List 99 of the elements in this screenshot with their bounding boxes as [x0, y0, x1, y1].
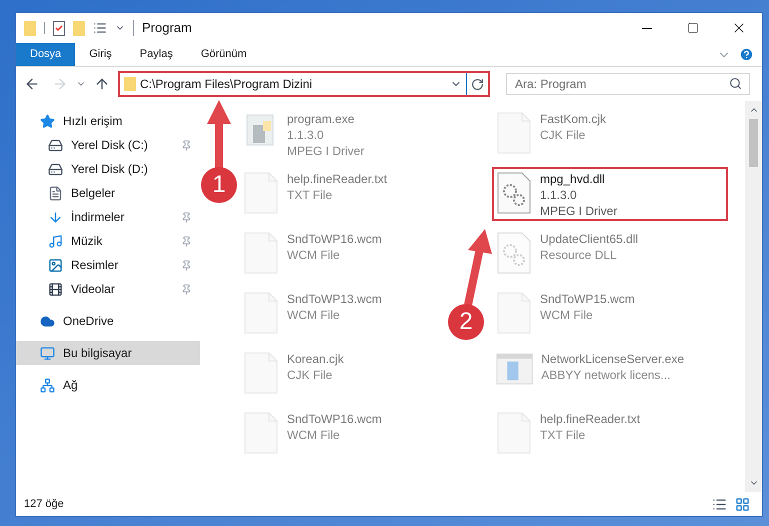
- file-name: program.exe: [287, 111, 356, 127]
- refresh-icon[interactable]: [471, 78, 484, 90]
- file-detail: WCM File: [287, 307, 341, 323]
- blank-file-icon: [496, 291, 532, 335]
- sidebar-item[interactable]: OneDrive: [16, 309, 200, 333]
- file-detail: WCM File: [287, 247, 341, 263]
- sidebar-item[interactable]: Yerel Disk (D:): [16, 157, 200, 181]
- file-item[interactable]: NetworkLicenseServer.exe ABBYY network licens...: [492, 347, 688, 401]
- file-name: SndToWP16.wcm: [287, 231, 382, 247]
- pin-icon: [181, 236, 192, 246]
- up-icon[interactable]: [94, 76, 110, 92]
- pin-icon: [181, 212, 192, 222]
- file-name: SndToWP16.wcm: [287, 411, 382, 427]
- window-title: Program: [142, 19, 192, 38]
- file-item[interactable]: program.exe 1.1.3.0 MPEG I Driver: [239, 107, 435, 161]
- file-detail: 1.1.3.0: [287, 127, 325, 143]
- file-detail: 1.1.3.0: [540, 187, 578, 203]
- sidebar-item[interactable]: Resimler: [16, 253, 200, 277]
- sidebar-item[interactable]: Belgeler: [16, 181, 200, 205]
- ribbon-tab[interactable]: Paylaş: [126, 43, 187, 66]
- network-icon: [40, 378, 55, 392]
- file-name: Korean.cjk: [287, 351, 344, 367]
- file-item[interactable]: help.fineReader.txt TXT File: [239, 167, 435, 221]
- computer-icon: [40, 346, 55, 360]
- drive-icon: [48, 162, 63, 176]
- file-name: SndToWP13.wcm: [287, 291, 382, 307]
- blank-file-icon: [496, 411, 532, 455]
- back-icon[interactable]: [24, 76, 40, 92]
- ribbon-tab[interactable]: Görünüm: [186, 43, 261, 66]
- blank-file-icon: [243, 171, 279, 215]
- view-icon[interactable]: [93, 21, 107, 35]
- sidebar-item[interactable]: Yerel Disk (C:): [16, 133, 200, 157]
- gears-file-icon: [496, 231, 532, 275]
- file-detail: WCM File: [287, 427, 341, 443]
- details-view-icon[interactable]: [712, 496, 727, 512]
- gears-file-icon: [496, 171, 532, 215]
- file-name: help.fineReader.txt: [540, 411, 640, 427]
- sidebar-item[interactable]: Hızlı erişim: [16, 109, 200, 133]
- pin-icon: [181, 260, 192, 270]
- help-icon[interactable]: [739, 47, 754, 62]
- file-detail: WCM File: [540, 307, 594, 323]
- file-detail: ABBYY network licens...: [541, 367, 672, 383]
- drive-c-icon: [48, 138, 63, 152]
- file-item[interactable]: SndToWP16.wcm WCM File: [239, 227, 435, 281]
- file-item[interactable]: UpdateClient65.dll Resource DLL: [492, 227, 688, 281]
- search-icon: [729, 77, 742, 90]
- sidebar-item[interactable]: Bu bilgisayar: [16, 341, 200, 365]
- file-detail: TXT File: [287, 187, 334, 203]
- sidebar-item[interactable]: Ağ: [16, 373, 200, 397]
- ribbon-tab[interactable]: Dosya: [16, 43, 76, 66]
- scrollbar[interactable]: [745, 101, 762, 492]
- docs-icon: [48, 186, 63, 200]
- file-detail: Resource DLL: [540, 247, 618, 263]
- blank-file-icon: [243, 231, 279, 275]
- file-item[interactable]: SndToWP13.wcm WCM File: [239, 287, 435, 341]
- pin-icon: [181, 284, 192, 294]
- star-icon: [40, 114, 55, 128]
- pin-icon: [181, 140, 192, 150]
- videos-icon: [48, 282, 63, 296]
- file-item[interactable]: Korean.cjk CJK File: [239, 347, 435, 401]
- blank-file-icon: [243, 351, 279, 395]
- sidebar-item[interactable]: Müzik: [16, 229, 200, 253]
- properties-icon[interactable]: [53, 20, 65, 36]
- ribbon-tab[interactable]: Giriş: [75, 43, 126, 66]
- blank-file-icon: [496, 111, 532, 155]
- file-detail: TXT File: [540, 427, 586, 443]
- maximize-icon: [687, 22, 699, 34]
- cloud-icon: [40, 314, 55, 328]
- window-icon: [496, 351, 534, 387]
- address-path: C:\Program Files\Program Dizini: [140, 76, 314, 93]
- file-item[interactable]: mpg_hvd.dll 1.1.3.0 MPEG I Driver: [492, 167, 728, 221]
- folder-icon: [124, 77, 136, 91]
- blank-file-icon: [243, 291, 279, 335]
- file-name: SndToWP15.wcm: [540, 291, 635, 307]
- file-name: NetworkLicenseServer.exe: [541, 351, 684, 367]
- file-item[interactable]: SndToWP16.wcm WCM File: [239, 407, 435, 461]
- item-count: 127 öğe: [24, 496, 64, 512]
- file-name: help.fineReader.txt: [287, 171, 388, 187]
- search-field[interactable]: Ara: Program: [506, 73, 750, 95]
- address-bar[interactable]: C:\Program Files\Program Dizini: [118, 71, 490, 97]
- large-icons-view-icon[interactable]: [735, 496, 750, 512]
- file-item[interactable]: help.fineReader.txt TXT File: [492, 407, 688, 461]
- arrow: [207, 100, 231, 168]
- file-detail: CJK File: [287, 367, 334, 383]
- file-detail: MPEG I Driver: [540, 203, 618, 219]
- sidebar-item[interactable]: Videolar: [16, 277, 200, 301]
- blank-file-icon: [243, 411, 279, 455]
- pictures-icon: [48, 258, 63, 272]
- scrollbar-thumb[interactable]: [749, 119, 758, 167]
- music-icon: [48, 234, 63, 248]
- file-name: FastKom.cjk: [540, 111, 606, 127]
- file-name: mpg_hvd.dll: [540, 171, 606, 187]
- file-item[interactable]: FastKom.cjk CJK File: [492, 107, 688, 161]
- download-icon: [48, 210, 63, 224]
- file-item[interactable]: SndToWP15.wcm WCM File: [492, 287, 688, 341]
- file-name: UpdateClient65.dll: [540, 231, 638, 247]
- sidebar-item[interactable]: İndirmeler: [16, 205, 200, 229]
- file-detail: MPEG I Driver: [287, 143, 364, 159]
- file-detail: CJK File: [540, 127, 586, 143]
